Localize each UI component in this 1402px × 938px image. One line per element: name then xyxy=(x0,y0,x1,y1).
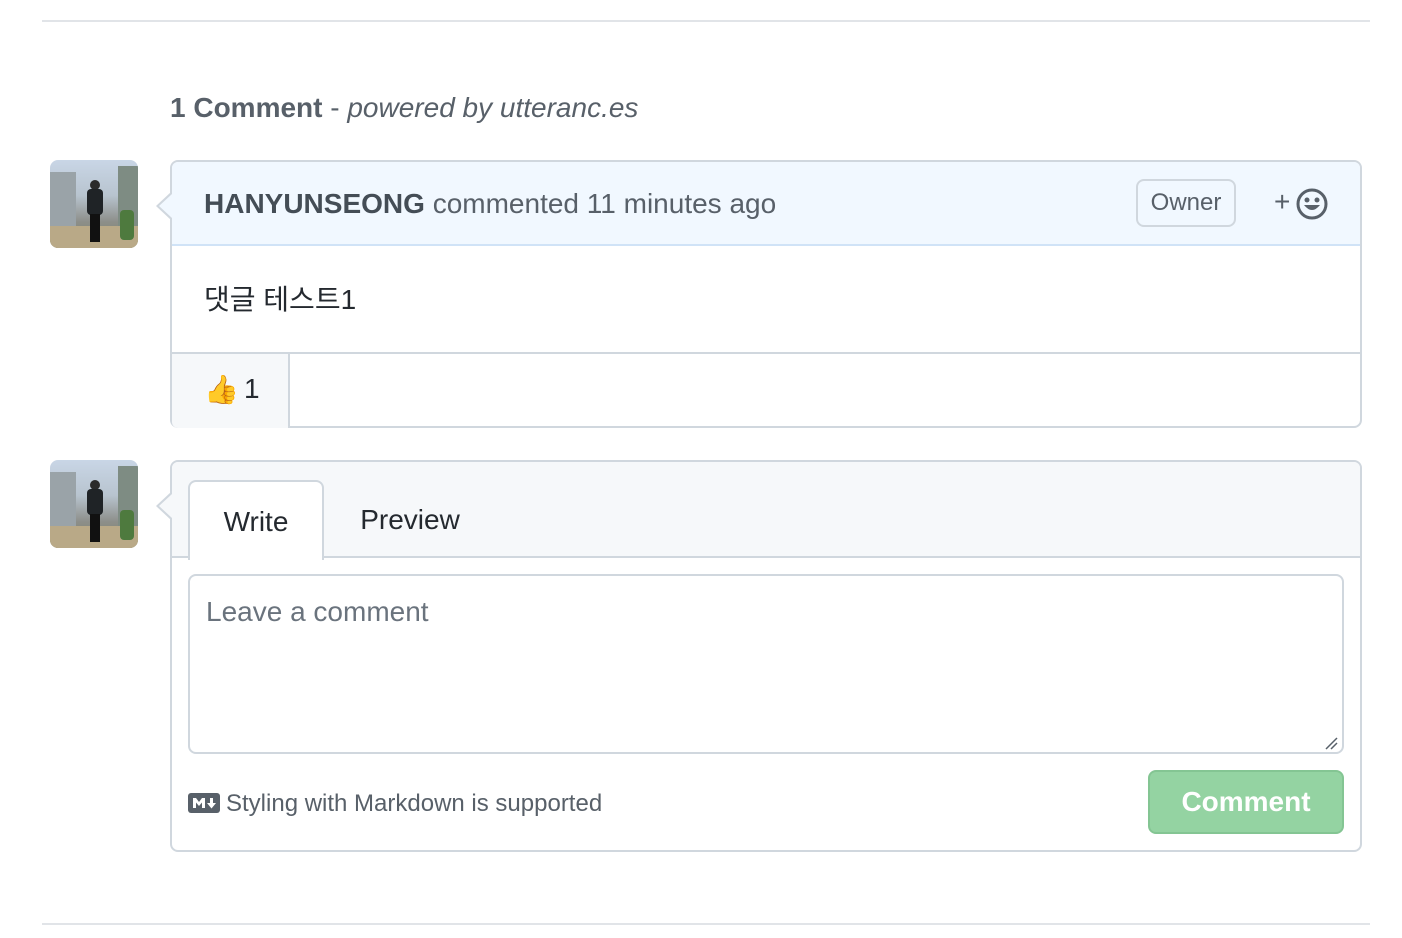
markdown-icon xyxy=(188,792,220,813)
new-comment-form: Write Preview Styling with Markdown is s… xyxy=(156,460,1362,852)
avatar xyxy=(50,460,138,548)
composer-tabs: Write Preview xyxy=(172,462,1360,560)
owner-badge: Owner xyxy=(1136,179,1236,227)
smiley-icon xyxy=(1296,188,1328,220)
avatar[interactable] xyxy=(50,160,138,248)
powered-by-label: powered by utteranc.es xyxy=(347,92,639,123)
comment-action: commented xyxy=(432,188,579,219)
top-divider xyxy=(42,20,1370,22)
reactions-bar: 👍 1 xyxy=(172,352,1360,428)
thumbs-up-icon: 👍 xyxy=(204,374,239,405)
reaction-count: 1 xyxy=(244,373,260,404)
comment-input[interactable] xyxy=(188,574,1344,754)
markdown-note: Styling with Markdown is supported xyxy=(188,788,602,820)
comment-author[interactable]: HANYUNSEONG xyxy=(204,188,425,219)
add-reaction-button[interactable]: + xyxy=(1270,184,1330,224)
comment-meta: HANYUNSEONG commented 11 minutes ago xyxy=(204,184,776,224)
tab-preview[interactable]: Preview xyxy=(342,480,478,560)
comment-submit-button[interactable]: Comment xyxy=(1148,770,1344,834)
tab-write[interactable]: Write xyxy=(188,480,324,560)
bottom-divider xyxy=(42,923,1370,925)
comment-header: HANYUNSEONG commented 11 minutes ago Own… xyxy=(172,162,1360,246)
comment: HANYUNSEONG commented 11 minutes ago Own… xyxy=(156,160,1362,428)
resize-grip-icon[interactable] xyxy=(1324,736,1338,750)
markdown-note-text: Styling with Markdown is supported xyxy=(226,790,603,817)
comment-time[interactable]: 11 minutes ago xyxy=(587,188,776,219)
header-separator: - xyxy=(322,92,348,123)
comment-count-header: 1 Comment - powered by utteranc.es xyxy=(170,88,638,128)
thumbs-up-reaction[interactable]: 👍 1 xyxy=(172,354,290,428)
comment-body: 댓글 테스트1 xyxy=(204,284,357,315)
comment-count: 1 Comment xyxy=(170,92,323,123)
plus-icon: + xyxy=(1274,186,1291,217)
